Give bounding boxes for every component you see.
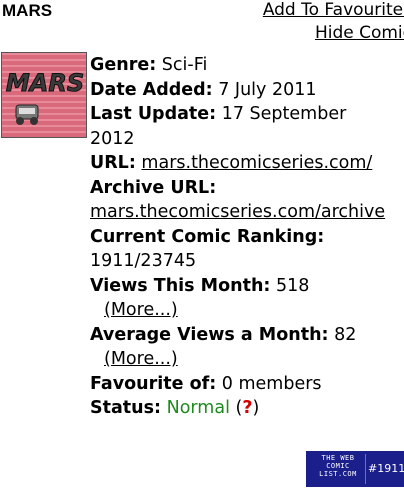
last-update-row: Last Update: 17 September	[90, 104, 347, 124]
views-row: Views This Month: 518	[90, 275, 310, 296]
webcomiclist-rank-badge[interactable]: THE WEB COMIC LIST.COM #1911	[306, 451, 404, 487]
views-value: 518	[275, 275, 310, 296]
status-help-icon[interactable]: ?	[242, 398, 252, 418]
status-value: Normal	[166, 398, 230, 418]
url-link[interactable]: mars.thecomicseries.com/	[141, 153, 372, 173]
views-more-row: (More...)	[90, 298, 404, 323]
genre-row: Genre: Sci-Fi	[90, 55, 208, 75]
last-update-year: 2012	[90, 128, 135, 149]
url-row: URL: mars.thecomicseries.com/	[90, 153, 373, 173]
genre-value: Sci-Fi	[161, 55, 208, 75]
ranking-value: 1911/23745	[90, 251, 197, 271]
comic-title: MARS	[2, 1, 53, 20]
avg-views-more-link[interactable]: (More...)	[104, 349, 178, 369]
add-to-favourites-link[interactable]: Add To Favourites	[263, 0, 404, 20]
badge-rank: #1911	[368, 462, 404, 475]
badge-divider	[365, 454, 366, 484]
avg-more-row: (More...)	[90, 347, 404, 372]
avg-views-value: 82	[334, 324, 357, 345]
archive-url-link[interactable]: mars.thecomicseries.com/archive	[90, 202, 385, 222]
date-added-row: Date Added: 7 July 2011	[90, 79, 317, 100]
comic-logo-image: MARS	[2, 53, 86, 137]
favourite-row: Favourite of: 0 members	[90, 373, 322, 394]
last-update-value: 17 September	[221, 104, 347, 124]
views-more-link[interactable]: (More...)	[104, 300, 178, 320]
favourite-value: 0 members	[221, 373, 322, 394]
archive-row: mars.thecomicseries.com/archive	[90, 200, 404, 225]
avg-views-row: Average Views a Month: 82	[90, 324, 357, 345]
date-added-value: 7 July 2011	[218, 79, 317, 100]
comic-thumbnail[interactable]: MARS	[1, 52, 87, 138]
hide-comic-link[interactable]: Hide Comic	[315, 23, 404, 43]
comic-info: Genre: Sci-Fi Date Added: 7 July 2011 La…	[90, 53, 404, 421]
badge-logo: THE WEB COMIC LIST.COM	[319, 454, 357, 478]
ranking-label: Current Comic Ranking:	[90, 226, 325, 247]
archive-label: Archive URL:	[90, 177, 217, 198]
logo-text: MARS	[6, 69, 84, 97]
status-row: Status: Normal (?)	[90, 398, 260, 418]
